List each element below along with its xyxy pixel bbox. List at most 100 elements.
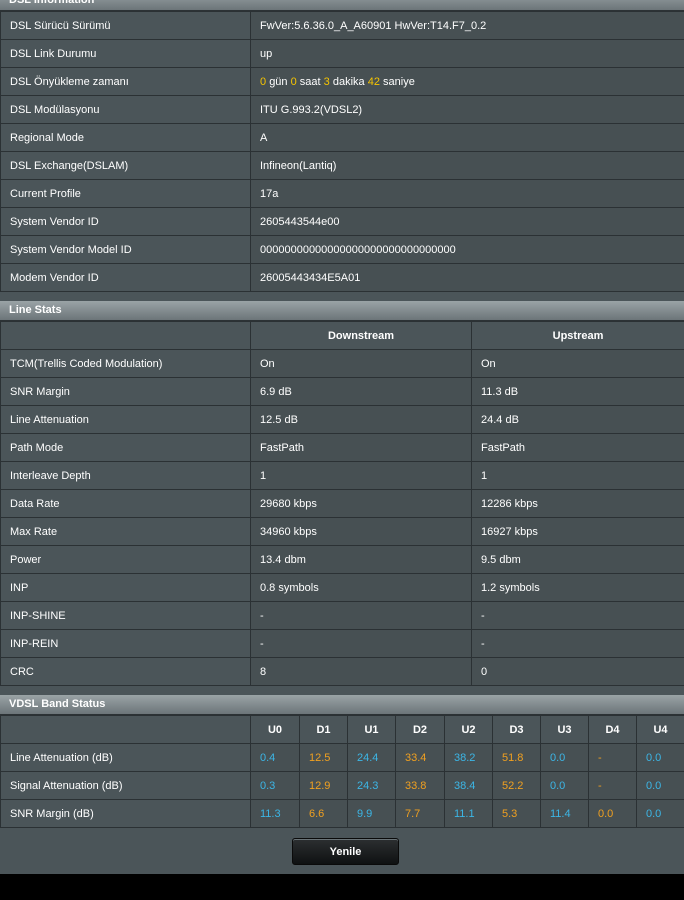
button-bar: Yenile [0,828,684,872]
band-value: 24.4 [347,743,396,772]
line-stats-row: Path Mode FastPath FastPath [0,433,684,462]
band-value: 12.9 [299,771,348,800]
row-label: SNR Margin (dB) [0,799,251,828]
line-stats-head-row: Downstream Upstream [0,321,684,350]
row-label: CRC [0,657,251,686]
band-value: - [588,771,637,800]
band-value: 0.3 [250,771,300,800]
uptime-days-unit: gün [269,75,288,88]
band-value: 33.4 [395,743,445,772]
band-value: 33.8 [395,771,445,800]
upstream-value: 1 [471,461,684,490]
band-value: 38.4 [444,771,493,800]
uptime-seconds: 42 [367,75,380,88]
row-label: System Vendor Model ID [0,235,251,264]
dsl-info-header: DSL Information [0,0,684,11]
band-row: Signal Attenuation (dB) 0.3 12.9 24.3 33… [0,771,684,800]
band-value: 24.3 [347,771,396,800]
line-stats-row: Line Attenuation 12.5 dB 24.4 dB [0,405,684,434]
dsl-info-row: Regional Mode A [0,123,684,152]
band-value: 11.4 [540,799,589,828]
uptime-seconds-unit: saniye [383,75,415,88]
band-value: 6.6 [299,799,348,828]
band-value: 52.2 [492,771,541,800]
band-value: - [588,743,637,772]
band-header: D2 [395,715,445,744]
downstream-value: - [250,629,472,658]
downstream-value: 1 [250,461,472,490]
row-label: TCM(Trellis Coded Modulation) [0,349,251,378]
band-header: U4 [636,715,684,744]
row-label: DSL Sürücü Sürümü [0,11,251,40]
downstream-value: 12.5 dB [250,405,472,434]
refresh-button[interactable]: Yenile [292,838,399,865]
upstream-value: 16927 kbps [471,517,684,546]
dsl-info-row: Current Profile 17a [0,179,684,208]
band-value: 0.0 [636,799,684,828]
row-value: A [250,123,684,152]
row-label: INP-SHINE [0,601,251,630]
band-header: D3 [492,715,541,744]
upstream-value: 12286 kbps [471,489,684,518]
downstream-value: 29680 kbps [250,489,472,518]
downstream-value: FastPath [250,433,472,462]
upstream-header: Upstream [471,321,684,350]
empty-header-cell [0,715,251,744]
row-label: Path Mode [0,433,251,462]
upstream-value: 24.4 dB [471,405,684,434]
band-value: 0.0 [636,743,684,772]
upstream-value: FastPath [471,433,684,462]
line-stats-row: INP-REIN - - [0,629,684,658]
uptime-days: 0 [260,75,267,88]
row-label: Modem Vendor ID [0,263,251,292]
band-value: 0.4 [250,743,300,772]
upstream-value: 0 [471,657,684,686]
line-stats-header: Line Stats [0,301,684,321]
row-value: 00000000000000000000000000000000 [250,235,684,264]
row-label: Power [0,545,251,574]
row-value: 26005443434E5A01 [250,263,684,292]
line-stats-table: Downstream Upstream TCM(Trellis Coded Mo… [0,321,684,686]
dsl-info-section: DSL Information DSL Sürücü Sürümü FwVer:5… [0,0,684,292]
row-value: ITU G.993.2(VDSL2) [250,95,684,124]
uptime-minutes: 3 [323,75,330,88]
band-value: 9.9 [347,799,396,828]
dsl-info-row: DSL Önyükleme zamanı 0 gün 0 saat 3 dakik… [0,67,684,96]
band-value: 0.0 [540,743,589,772]
band-header: U0 [250,715,300,744]
downstream-value: 6.9 dB [250,377,472,406]
downstream-value: 13.4 dbm [250,545,472,574]
row-label: Line Attenuation (dB) [0,743,251,772]
band-status-table: U0 D1 U1 D2 U2 D3 U3 D4 U4 Line Attenuat… [0,715,684,828]
band-value: 11.3 [250,799,300,828]
row-label: Current Profile [0,179,251,208]
band-row: Line Attenuation (dB) 0.4 12.5 24.4 33.4… [0,743,684,772]
row-label: DSL Modülasyonu [0,95,251,124]
row-value: 17a [250,179,684,208]
line-stats-row: Power 13.4 dbm 9.5 dbm [0,545,684,574]
band-head-row: U0 D1 U1 D2 U2 D3 U3 D4 U4 [0,715,684,744]
line-stats-row: CRC 8 0 [0,657,684,686]
band-header: D1 [299,715,348,744]
row-label: DSL Link Durumu [0,39,251,68]
band-value: 7.7 [395,799,445,828]
band-value: 51.8 [492,743,541,772]
row-label: SNR Margin [0,377,251,406]
upstream-value: - [471,629,684,658]
downstream-value: 34960 kbps [250,517,472,546]
row-label: Max Rate [0,517,251,546]
dsl-info-row: System Vendor ID 2605443544e00 [0,207,684,236]
uptime-hours-unit: saat [299,75,321,88]
row-label: DSL Önyükleme zamanı [0,67,251,96]
uptime-hours: 0 [290,75,297,88]
upstream-value: 11.3 dB [471,377,684,406]
row-label: Signal Attenuation (dB) [0,771,251,800]
band-value: 0.0 [636,771,684,800]
dsl-info-row: DSL Modülasyonu ITU G.993.2(VDSL2) [0,95,684,124]
row-label: Line Attenuation [0,405,251,434]
empty-header-cell [0,321,251,350]
row-label: Interleave Depth [0,461,251,490]
band-value: 12.5 [299,743,348,772]
row-value: 2605443544e00 [250,207,684,236]
row-label: INP [0,573,251,602]
